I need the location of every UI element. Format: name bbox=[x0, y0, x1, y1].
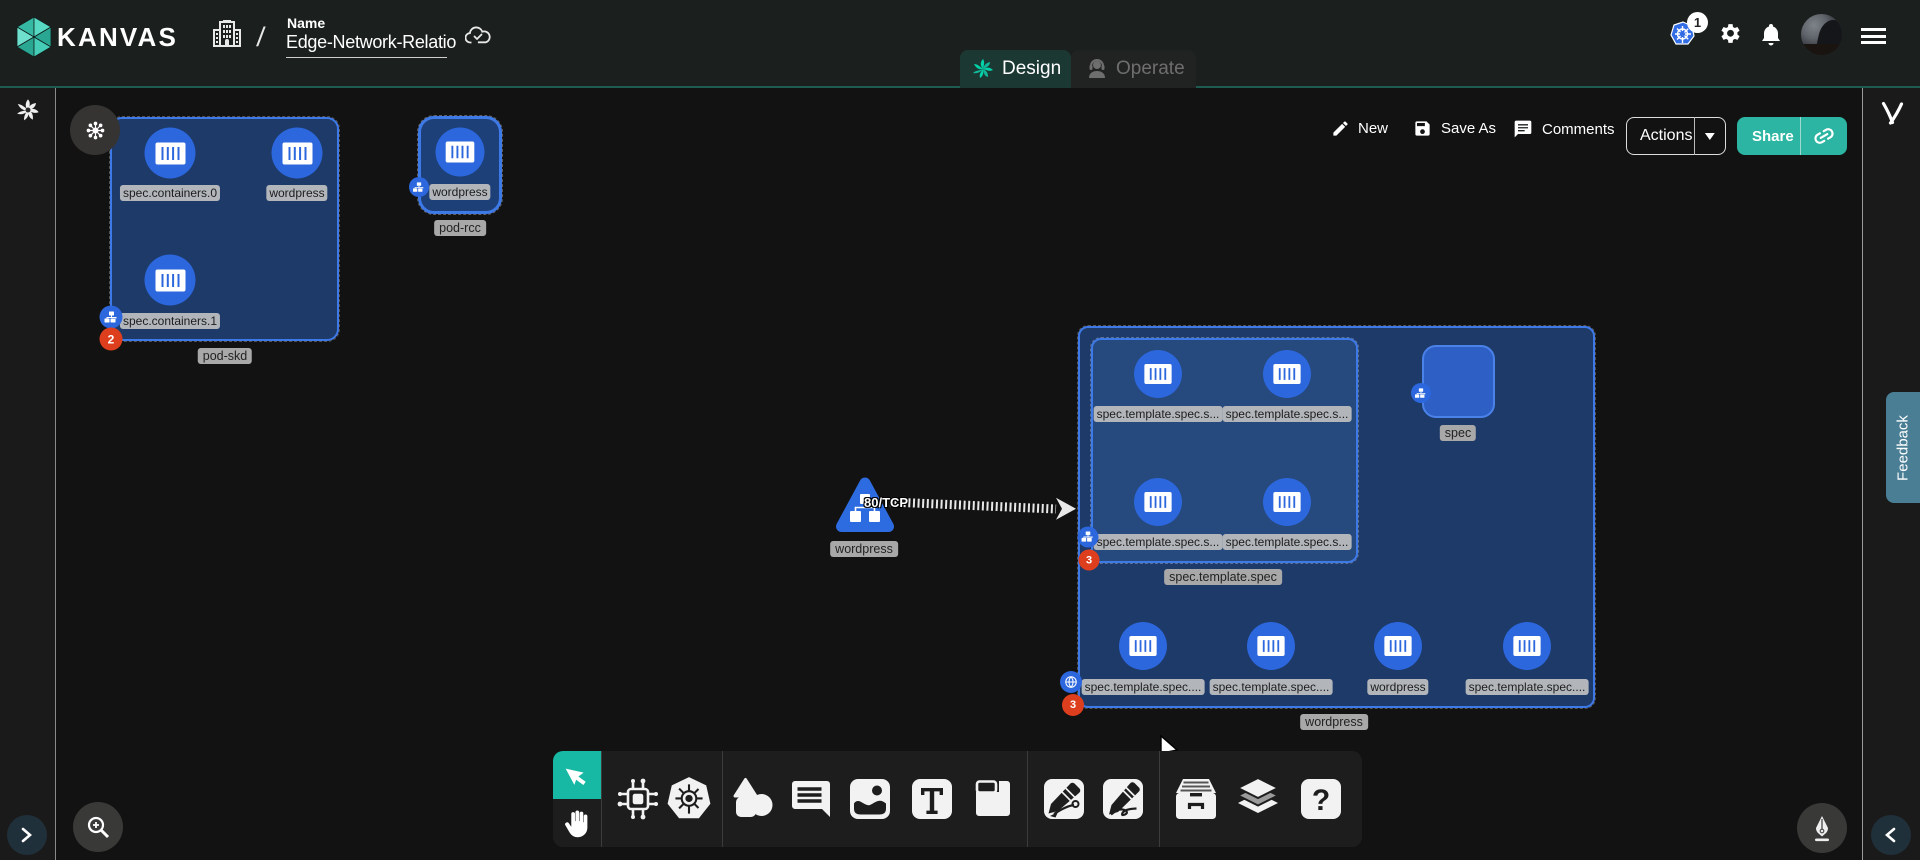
svg-text:?: ? bbox=[1312, 784, 1330, 817]
